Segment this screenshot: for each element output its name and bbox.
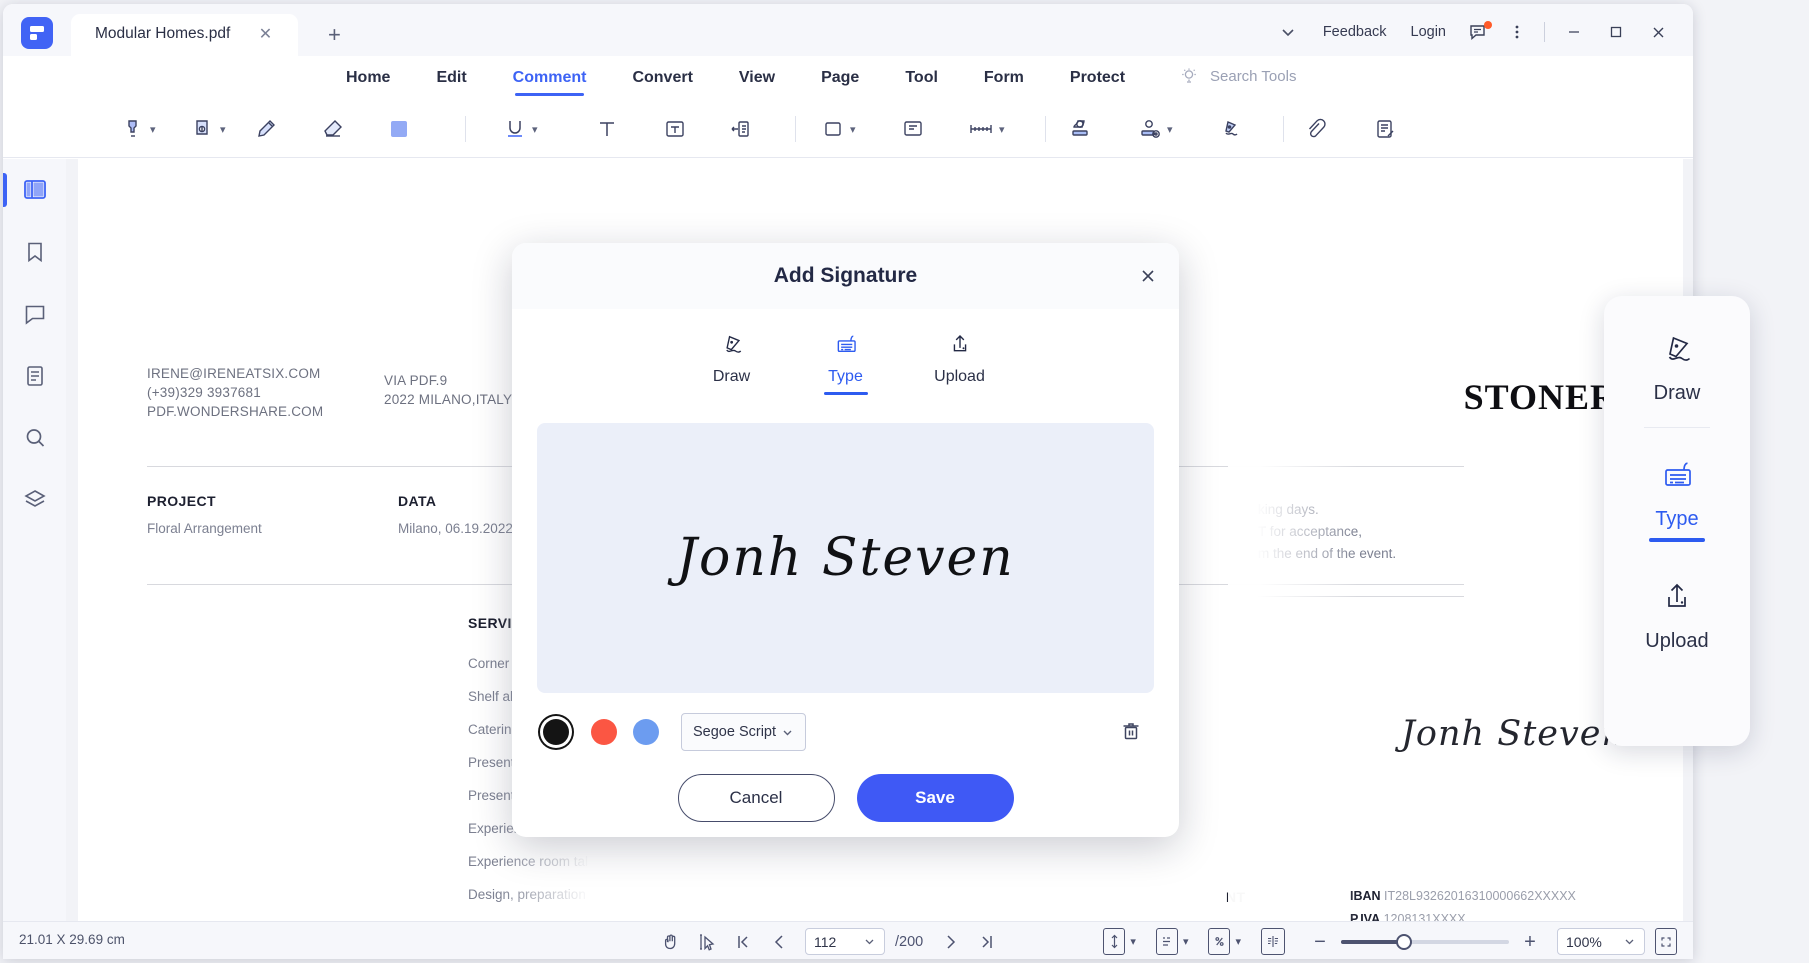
trash-icon[interactable] [1114, 714, 1148, 748]
close-icon[interactable] [1135, 263, 1161, 289]
dialog-header: Add Signature [512, 243, 1179, 309]
tab-upload-label: Upload [934, 368, 985, 386]
font-select[interactable]: Segoe Script [681, 713, 806, 751]
active-indicator [824, 392, 868, 395]
tab-type-label: Type [828, 368, 863, 386]
cancel-button[interactable]: Cancel [678, 774, 835, 822]
tab-type[interactable]: Type [789, 327, 903, 395]
signature-controls: Segoe Script [537, 711, 1154, 755]
signature-input-value[interactable]: Jonh Steven [676, 528, 1015, 588]
tab-draw-label: Draw [713, 368, 750, 386]
dialog-title: Add Signature [774, 264, 918, 288]
signature-canvas[interactable]: Jonh Steven [537, 423, 1154, 693]
color-swatch-blue[interactable] [633, 719, 659, 745]
color-swatch-red[interactable] [591, 719, 617, 745]
add-signature-dialog: Add Signature Draw Type [512, 243, 1179, 837]
modal-overlay: Add Signature Draw Type [0, 0, 1809, 963]
tab-draw[interactable]: Draw [675, 327, 789, 386]
font-select-value: Segoe Script [693, 724, 776, 740]
color-swatch-black[interactable] [543, 719, 569, 745]
tab-upload[interactable]: Upload [903, 327, 1017, 386]
application-root: Modular Homes.pdf ✕ + Feedback Login [0, 0, 1809, 963]
signature-mode-tabs: Draw Type Upload [512, 309, 1179, 395]
save-button[interactable]: Save [857, 774, 1014, 822]
dialog-footer: Cancel Save [512, 759, 1179, 837]
